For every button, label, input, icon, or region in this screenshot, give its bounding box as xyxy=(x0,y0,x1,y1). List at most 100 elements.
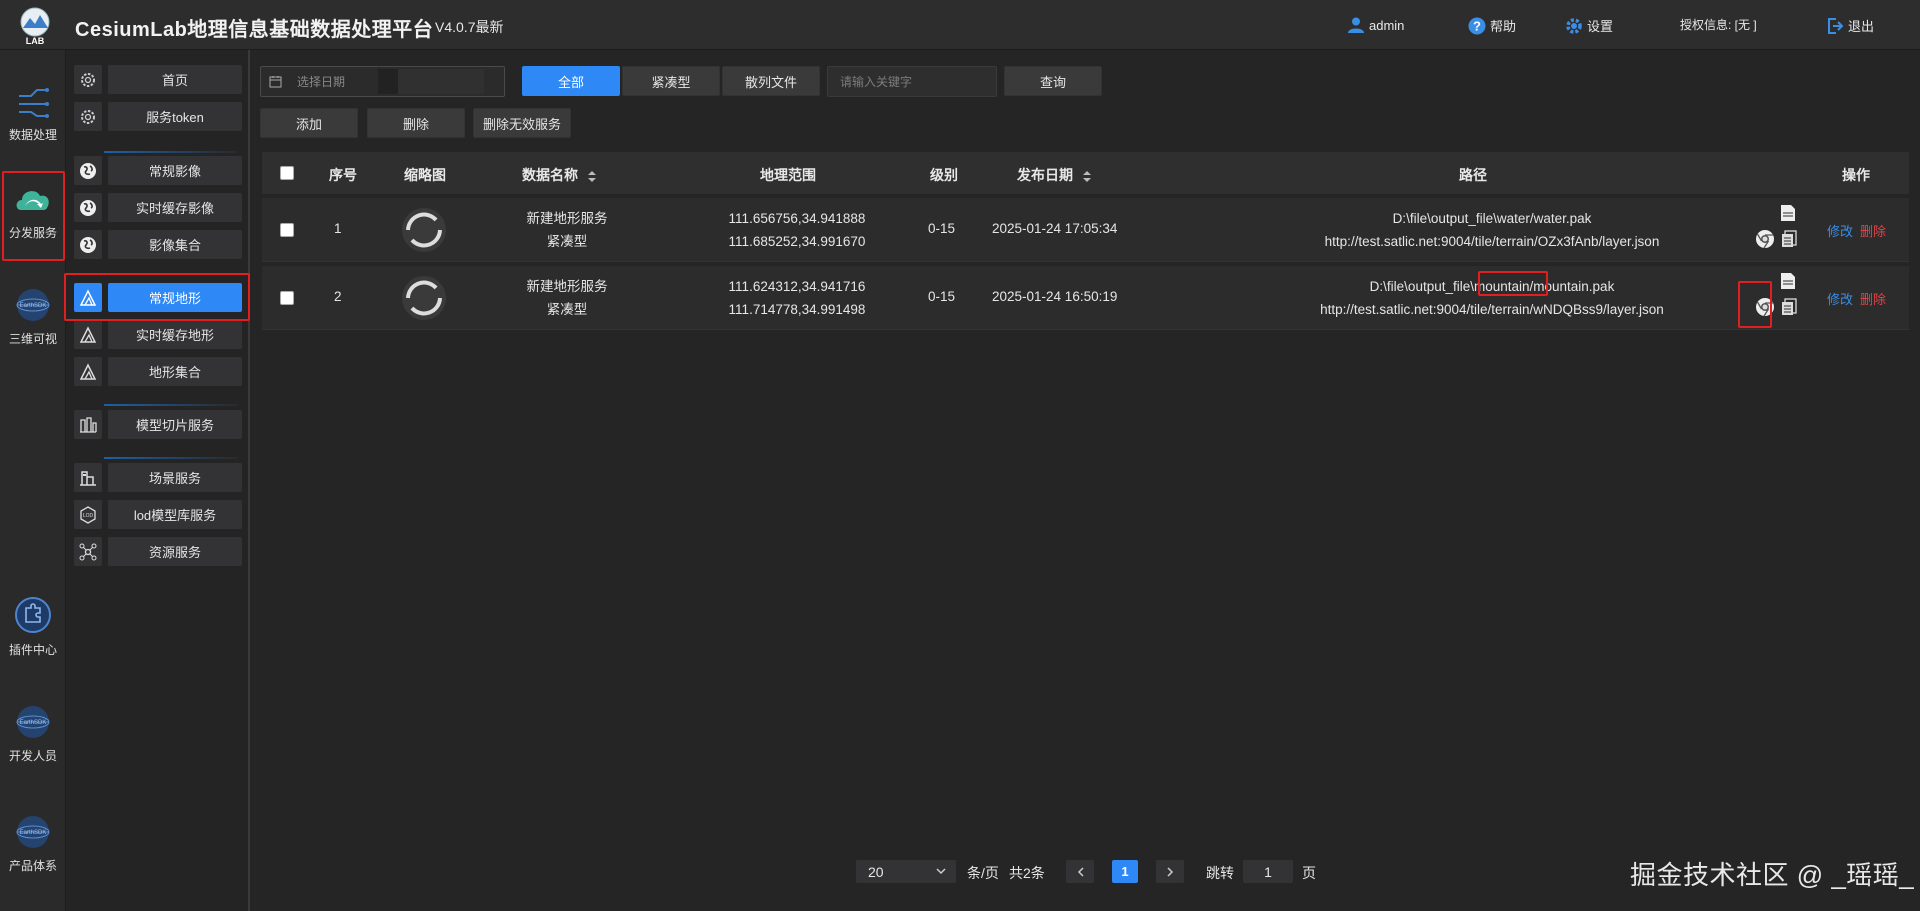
row-checkbox[interactable] xyxy=(280,223,294,237)
username: admin xyxy=(1369,17,1405,33)
row-name-cell: 新建地形服务 紧凑型 xyxy=(502,207,632,253)
select-all-checkbox[interactable] xyxy=(280,166,294,180)
sidebar-item-service-token[interactable]: 服务token xyxy=(74,102,244,131)
sidebar-item-terrain-collection[interactable]: 地形集合 xyxy=(74,357,244,386)
file-icon[interactable] xyxy=(1780,272,1796,290)
svg-text:LOD: LOD xyxy=(83,513,94,519)
annotation-highlight-browser-icon xyxy=(1738,281,1772,328)
row-date: 2025-01-24 16:50:19 xyxy=(992,289,1118,304)
chevron-left-icon xyxy=(1077,866,1084,877)
service-type: 紧凑型 xyxy=(546,234,588,249)
rail-label: 数据处理 xyxy=(8,128,57,142)
logout-link[interactable]: 退出 xyxy=(1826,16,1874,35)
filter-hashed-tab[interactable]: 散列文件 xyxy=(722,66,820,96)
globe-icon xyxy=(80,162,96,179)
globe-icon xyxy=(80,199,96,216)
col-name-wrap[interactable]: 数据名称 xyxy=(522,165,596,185)
service-url: http://test.satlic.net:9004/tile/terrain… xyxy=(1320,302,1664,317)
next-page-button[interactable] xyxy=(1156,860,1184,883)
date-picker[interactable]: 选择日期 xyxy=(260,66,505,97)
sidebar-item-realtime-terrain[interactable]: 实时缓存地形 xyxy=(74,320,244,349)
sidebar-item-model-tiles[interactable]: 模型切片服务 xyxy=(74,410,244,439)
query-button[interactable]: 查询 xyxy=(1004,66,1102,96)
sidebar-label: 影像集合 xyxy=(108,230,242,259)
row-extent-cell: 111.624312,34.941716 111.714778,34.99149… xyxy=(712,275,882,321)
user-menu[interactable]: admin xyxy=(1347,16,1404,34)
page-number-button[interactable]: 1 xyxy=(1112,860,1138,883)
header-bar: LAB CesiumLab地理信息基础数据处理平台 V4.0.7最新 admin… xyxy=(0,0,1920,50)
keyword-search-input[interactable] xyxy=(827,66,997,97)
sidebar-item-home[interactable]: 首页 xyxy=(74,65,244,94)
rail-item-developers[interactable]: EarthSDK 开发人员 xyxy=(0,703,66,764)
date-end-field[interactable] xyxy=(398,69,484,94)
delete-button[interactable]: 删除 xyxy=(367,108,465,138)
col-date-wrap[interactable]: 发布日期 xyxy=(1017,165,1091,185)
total-count: 共2条 xyxy=(1009,865,1045,881)
sidebar-label: 服务token xyxy=(108,102,242,131)
row-name-cell: 新建地形服务 紧凑型 xyxy=(502,275,632,321)
page-size-select[interactable]: 20 xyxy=(856,860,956,883)
file-path: D:\file\output_file\water/water.pak xyxy=(1392,211,1592,226)
chrome-browser-icon[interactable] xyxy=(1755,229,1775,249)
lod-icon: LOD xyxy=(80,505,96,524)
jump-page-input[interactable]: 1 xyxy=(1243,860,1293,883)
sidebar-item-lod[interactable]: LOD lod模型库服务 xyxy=(74,500,244,529)
sort-icon xyxy=(1082,170,1091,182)
loading-thumbnail-icon xyxy=(402,208,446,252)
help-label: 帮助 xyxy=(1490,19,1517,34)
rail-item-data-processing[interactable]: 数据处理 xyxy=(0,84,66,143)
sidebar-item-imagery-collection[interactable]: 影像集合 xyxy=(74,230,244,259)
calendar-icon xyxy=(269,76,281,88)
col-name: 数据名称 xyxy=(522,167,578,183)
file-icon[interactable] xyxy=(1780,204,1796,222)
mountain-icon xyxy=(79,325,97,343)
copy-url-icon[interactable] xyxy=(1781,298,1797,316)
row-checkbox[interactable] xyxy=(280,291,294,305)
rail-item-plugin-center[interactable]: 插件中心 xyxy=(0,595,66,658)
sidebar-item-imagery[interactable]: 常规影像 xyxy=(74,156,244,185)
model-icon xyxy=(80,416,97,433)
cesiumlab-logo: LAB xyxy=(20,7,50,46)
rail-item-products[interactable]: EarthSDK 产品体系 xyxy=(0,813,66,874)
sidebar-item-scene[interactable]: 场景服务 xyxy=(74,463,244,492)
license-info: 授权信息: [无 ] xyxy=(1680,18,1757,32)
sidebar-active-highlight xyxy=(64,273,250,321)
row-extent-cell: 111.656756,34.941888 111.685252,34.99167… xyxy=(712,207,882,253)
earthsdk-globe-icon: EarthSDK xyxy=(16,816,50,848)
app-title: CesiumLab地理信息基础数据处理平台 xyxy=(75,19,434,41)
row-level: 0-15 xyxy=(928,289,956,304)
sidebar-item-realtime-imagery[interactable]: 实时缓存影像 xyxy=(74,193,244,222)
date-placeholder: 选择日期 xyxy=(297,75,346,89)
rail-active-highlight xyxy=(2,171,65,261)
rail-item-3d-visual[interactable]: EarthSDK 三维可视 xyxy=(0,286,66,347)
help-link[interactable]: ? 帮助 xyxy=(1468,16,1516,35)
plugin-icon xyxy=(15,597,51,633)
edit-link[interactable]: 修改 xyxy=(1827,289,1853,308)
sidebar-item-resource[interactable]: 资源服务 xyxy=(74,537,244,566)
service-name: 新建地形服务 xyxy=(526,211,608,226)
sidebar-separator xyxy=(104,457,238,459)
prev-page-button[interactable] xyxy=(1066,860,1094,883)
sidebar-label: 实时缓存影像 xyxy=(108,193,242,222)
mountain-icon xyxy=(79,362,97,380)
delete-link[interactable]: 删除 xyxy=(1860,221,1886,240)
page-label: 页 xyxy=(1302,865,1316,881)
delete-link[interactable]: 删除 xyxy=(1860,289,1886,308)
rail-label: 开发人员 xyxy=(8,749,57,763)
add-button[interactable]: 添加 xyxy=(260,108,358,138)
col-date: 发布日期 xyxy=(1017,167,1073,183)
sidebar-separator xyxy=(104,404,238,406)
copy-url-icon[interactable] xyxy=(1781,230,1797,248)
filter-compact-tab[interactable]: 紧凑型 xyxy=(622,66,720,96)
svg-text:EarthSDK: EarthSDK xyxy=(20,720,47,726)
filter-all-tab[interactable]: 全部 xyxy=(522,66,620,96)
logout-label: 退出 xyxy=(1848,19,1875,34)
sidebar-label: 地形集合 xyxy=(108,357,242,386)
table-header: 序号 缩略图 数据名称 地理范围 级别 发布日期 路径 操作 xyxy=(262,152,1909,194)
edit-link[interactable]: 修改 xyxy=(1827,221,1853,240)
extent-min: 111.624312,34.941716 xyxy=(728,279,866,294)
delete-invalid-button[interactable]: 删除无效服务 xyxy=(473,108,571,138)
col-index: 序号 xyxy=(329,167,357,183)
service-sidebar: 首页 服务token 常规影像 实时缓存影像 影像集合 常规地形 实时缓存地形 … xyxy=(66,50,250,911)
settings-link[interactable]: 设置 xyxy=(1565,16,1613,35)
